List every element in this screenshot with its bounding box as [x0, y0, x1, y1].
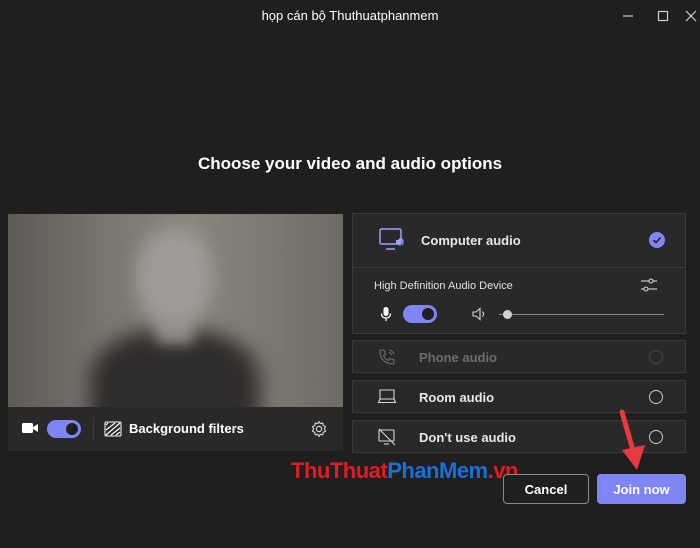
room-audio-label: Room audio — [419, 390, 495, 405]
microphone-toggle-knob — [422, 308, 434, 320]
computer-audio-panel: Computer audio High Definition Audio Dev… — [352, 213, 686, 334]
maximize-button[interactable] — [652, 6, 674, 26]
phone-audio-label: Phone audio — [419, 350, 497, 365]
no-audio-label: Don't use audio — [419, 430, 516, 445]
speaker-volume-thumb[interactable] — [502, 310, 512, 319]
background-filters-button[interactable]: Background filters — [129, 421, 244, 436]
video-controls-bar: Background filters — [8, 407, 343, 451]
device-settings-sliders-icon[interactable] — [640, 277, 658, 293]
computer-audio-radio-checked[interactable] — [649, 232, 665, 248]
no-audio-icon — [378, 428, 396, 446]
check-icon — [652, 236, 662, 244]
watermark-logo: ThuThuatPhanMem.vn — [291, 458, 518, 484]
background-filters-icon[interactable] — [104, 421, 122, 437]
computer-audio-option[interactable]: Computer audio — [353, 214, 685, 268]
person-head — [136, 228, 212, 326]
annotation-arrow-icon — [619, 409, 645, 470]
speaker-icon — [472, 307, 485, 321]
window-title: họp cán bộ Thuthuatphanmem — [261, 8, 439, 23]
maximize-icon — [657, 10, 669, 22]
microphone-icon — [380, 307, 392, 321]
audio-device-name: High Definition Audio Device — [374, 280, 513, 292]
computer-audio-label: Computer audio — [421, 233, 521, 248]
microphone-toggle[interactable] — [403, 305, 437, 323]
close-icon — [685, 10, 697, 22]
gear-icon[interactable] — [310, 420, 328, 438]
computer-monitor-icon — [379, 228, 404, 250]
watermark-part-b: PhanMem — [387, 458, 488, 483]
phone-icon — [379, 349, 395, 365]
title-bar: họp cán bộ Thuthuatphanmem — [0, 0, 700, 32]
room-audio-radio[interactable] — [649, 390, 663, 404]
camera-icon — [22, 423, 38, 433]
camera-toggle[interactable] — [47, 420, 81, 438]
close-button[interactable] — [680, 6, 700, 26]
phone-audio-option[interactable]: Phone audio — [352, 340, 686, 373]
camera-toggle-knob — [66, 423, 78, 435]
phone-audio-radio[interactable] — [649, 350, 663, 364]
minimize-icon — [623, 15, 633, 17]
room-display-icon — [377, 389, 397, 404]
no-audio-radio[interactable] — [649, 430, 663, 444]
controls-divider — [93, 417, 94, 441]
speaker-volume-track[interactable] — [499, 314, 664, 315]
watermark-part-a: ThuThuat — [291, 458, 388, 483]
page-heading: Choose your video and audio options — [197, 154, 503, 173]
video-preview — [8, 214, 343, 407]
cancel-button[interactable]: Cancel — [503, 474, 589, 504]
join-now-button[interactable]: Join now — [597, 474, 686, 504]
minimize-button[interactable] — [617, 6, 639, 26]
